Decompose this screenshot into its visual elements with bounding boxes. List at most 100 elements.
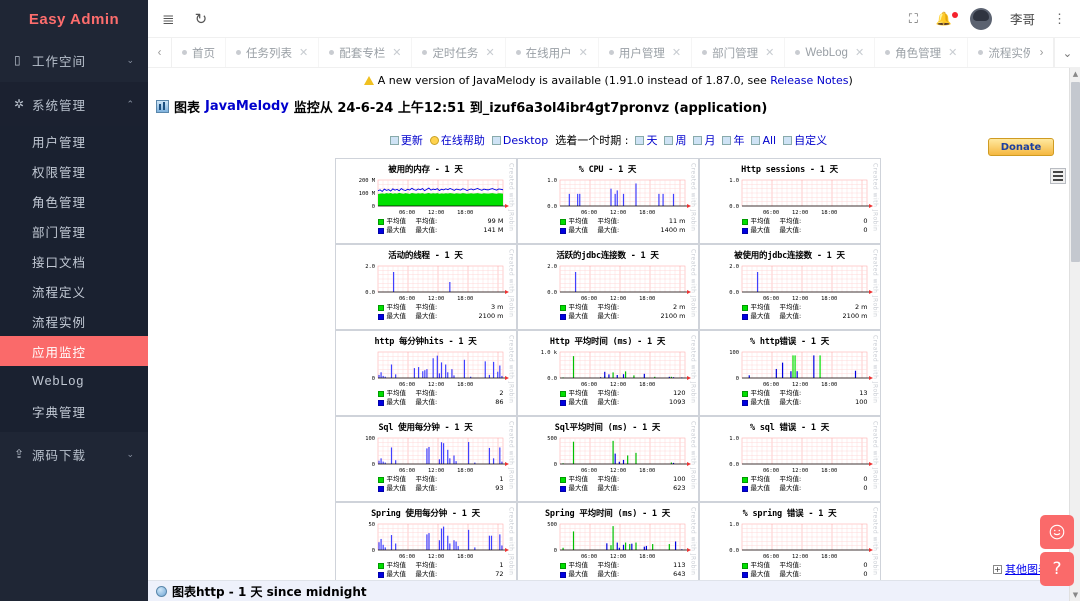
chart-card[interactable]: http 每分钟hits - 1 天 0 06:00 12:00 18:00 Create… [334,330,517,416]
sidebar-item-dept-mgmt[interactable]: 部门管理 [0,216,148,246]
tab-close-icon[interactable]: ✕ [672,46,681,59]
chart-card[interactable]: % http错误 - 1 天 0 100 06:00 12:00 18:00 Created… [698,330,881,416]
chart-card[interactable]: 被使用的jdbc连接数 - 1 天 0.0 2.0 06:00 12:00 18:00 Cr… [698,244,881,330]
legend-avg-value: 3 m [490,303,504,311]
tab-close-icon[interactable]: ✕ [579,46,588,59]
chart-card[interactable]: Sql 使用每分钟 - 1 天 0 100 06:00 12:00 18:00 Create… [334,416,517,502]
tab-item[interactable]: 任务列表 ✕ [226,38,320,67]
chart-card[interactable]: % CPU - 1 天 0.0 1.0 06:00 12:00 18:00 Created … [516,158,699,244]
period-year[interactable]: 年 [722,132,744,148]
javamelody-menu-icon[interactable] [1050,168,1066,184]
sidebar-item-weblog[interactable]: WebLog [0,366,148,396]
sidebar-item-permission-mgmt[interactable]: 权限管理 [0,156,148,186]
tab-item[interactable]: 在线用户 ✕ [506,38,599,67]
period-month[interactable]: 月 [693,132,715,148]
fullscreen-icon[interactable]: ⛶ [909,11,918,27]
period-day[interactable]: 天 [635,132,657,148]
period-all-link[interactable]: All [762,134,776,147]
feedback-smiley-fab[interactable] [1040,515,1074,549]
period-day-link[interactable]: 天 [646,134,657,147]
page-title-rest: 监控从 24-6-24 上午12:51 到_izuf6a3ol4ibr4gt7p… [293,101,768,116]
chart-title: Http sessions - 1 天 [741,165,838,175]
tab-close-icon[interactable]: ✕ [485,46,494,59]
online-help-action[interactable]: 在线帮助 [429,132,485,148]
menu-fold-icon[interactable]: ≣ [162,10,175,28]
refresh-action[interactable]: 更新 [389,132,423,148]
tab-status-dot [515,50,521,55]
legend-avg-label: 平均值: [415,475,438,483]
sidebar-group-source-download[interactable]: ⇪ 源码下载 ⌄ [0,432,148,476]
tab-item[interactable]: WebLog ✕ [785,38,876,67]
legend-swatch-avg [559,304,566,311]
more-vertical-icon[interactable]: ⋮ [1053,11,1066,27]
online-help-link[interactable]: 在线帮助 [441,134,485,147]
chart-watermark: Created with JRobin [871,249,879,318]
donate-button[interactable]: Donate [988,138,1054,156]
chart-card[interactable]: 活跃的jdbc连接数 - 1 天 0.0 2.0 06:00 12:00 18:00 Cre… [516,244,699,330]
period-custom[interactable]: 自定义 [783,132,827,148]
sidebar-item-app-monitor[interactable]: 应用监控 [0,336,148,366]
refresh-link[interactable]: 更新 [401,134,423,147]
tab-item[interactable]: 流程实例✕ [968,38,1030,67]
svg-text:06:00: 06:00 [580,296,596,301]
period-custom-link[interactable]: 自定义 [794,134,827,147]
legend-row-max: 最大值 最大值: 93 [336,484,508,493]
scroll-up-arrow[interactable]: ▲ [1070,68,1080,80]
scrollbar-thumb[interactable] [1071,82,1080,262]
sidebar-item-role-mgmt[interactable]: 角色管理 [0,186,148,216]
tab-close-icon[interactable]: ✕ [392,46,401,59]
desktop-link[interactable]: Desktop [503,134,548,147]
sidebar-item-user-mgmt[interactable]: 用户管理 [0,126,148,156]
tab-item[interactable]: 角色管理 ✕ [875,38,969,67]
svg-text:0: 0 [371,462,374,468]
chart-card[interactable]: 活动的线程 - 1 天 0.0 2.0 06:00 12:00 18:00 Created … [334,244,517,330]
avatar[interactable] [969,7,992,30]
chart-card[interactable]: % sql 错误 - 1 天 0.0 1.0 06:00 12:00 18:00 Creat… [698,416,881,502]
tabs-scroll-right-button[interactable]: › [1030,38,1054,67]
tab-item[interactable]: 部门管理 ✕ [692,38,786,67]
legend-row-avg: 平均值 平均值: 99 M [336,217,508,226]
notification-bell[interactable]: 🔔 [936,11,958,27]
period-week-link[interactable]: 周 [675,134,686,147]
tab-close-icon[interactable]: ✕ [948,46,957,59]
chart-card[interactable]: Sql平均时间 (ms) - 1 天 0 500 06:00 12:00 18:00 Cre… [516,416,699,502]
period-all[interactable]: All [751,134,776,147]
chart-card[interactable]: Http 平均时间 (ms) - 1 天 0.0 1.0 k 06:00 12:00 18… [516,330,699,416]
sidebar-group-workspace[interactable]: ▯ 工作空间 ⌄ [0,38,148,82]
refresh-icon[interactable]: ↻ [195,10,208,28]
calendar-icon [664,136,674,145]
svg-text:2.0: 2.0 [547,264,557,270]
chart-watermark: Created with JRobin [689,163,697,232]
svg-text:1.0: 1.0 [729,436,739,442]
period-week[interactable]: 周 [664,132,686,148]
svg-text:06:00: 06:00 [762,382,778,387]
tab-item[interactable]: 用户管理 ✕ [599,38,693,67]
tabs-scroll-left-button[interactable]: ‹ [148,38,172,67]
tab-item[interactable]: 首页 [172,38,226,67]
tab-close-icon[interactable]: ✕ [299,46,308,59]
chart-card[interactable]: Spring 使用每分钟 - 1 天 0 50 06:00 12:00 18:00 Crea… [334,502,517,588]
period-year-link[interactable]: 年 [733,134,744,147]
bell-icon[interactable]: 🔔 [936,11,952,26]
sidebar-item-dict-mgmt[interactable]: 字典管理 [0,396,148,426]
sidebar-group-system[interactable]: ✲ 系统管理 ⌃ [0,82,148,126]
tabs-dropdown-button[interactable]: ⌄ [1054,38,1080,67]
chart-card[interactable]: Http sessions - 1 天 0.0 1.0 06:00 12:00 18:00… [698,158,881,244]
period-month-link[interactable]: 月 [704,134,715,147]
chart-card[interactable]: Spring 平均时间 (ms) - 1 天 0 500 06:00 12:00 18:0… [516,502,699,588]
scroll-down-arrow[interactable]: ▼ [1070,589,1080,601]
release-notes-link[interactable]: Release Notes [770,74,848,87]
tab-close-icon[interactable]: ✕ [765,46,774,59]
legend-max-value: 0 [863,226,868,235]
chart-card[interactable]: % spring 错误 - 1 天 0.0 1.0 06:00 12:00 18:00 Cr… [698,502,881,588]
desktop-action[interactable]: Desktop [491,134,548,147]
chart-card[interactable]: 被用的内存 - 1 天 0 100 M 200 M 06:00 12:00 18:00 Cre… [334,158,517,244]
sidebar-item-process-def[interactable]: 流程定义 [0,276,148,306]
sidebar-item-api-docs[interactable]: 接口文档 [0,246,148,276]
tab-item[interactable]: 配套专栏 ✕ [319,38,413,67]
tab-close-icon[interactable]: ✕ [855,46,864,59]
svg-text:06:00: 06:00 [762,210,778,215]
tab-item[interactable]: 定时任务 ✕ [412,38,506,67]
help-fab[interactable]: ? [1040,552,1074,586]
sidebar-item-process-instance[interactable]: 流程实例 [0,306,148,336]
